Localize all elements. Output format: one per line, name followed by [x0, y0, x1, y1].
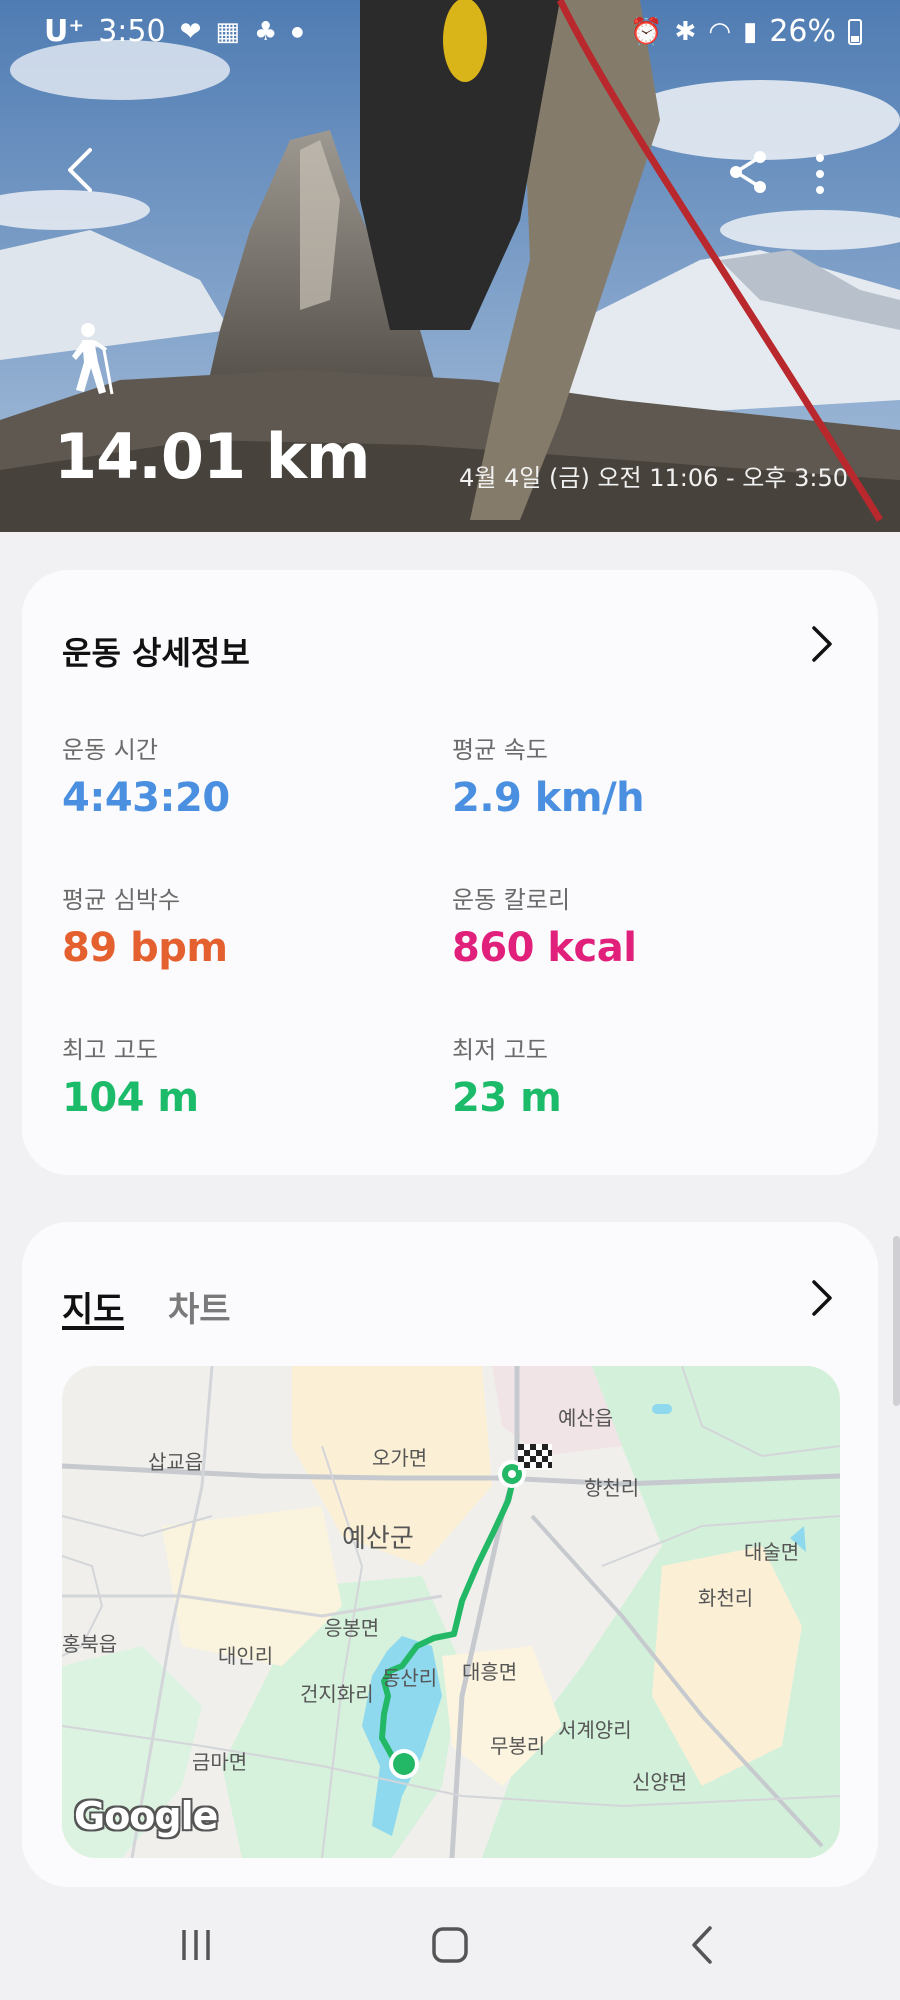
chevron-right-icon — [812, 626, 832, 662]
metric-avg-heart-rate: 평균 심박수 89 bpm — [62, 880, 228, 971]
metric-min-altitude: 최저 고도 23 m — [452, 1030, 562, 1121]
active-tab-indicator — [62, 1326, 124, 1330]
workout-details-card: 운동 상세정보 운동 시간 4:43:20 평균 속도 2.9 km/h 평균 … — [22, 570, 878, 1175]
metric-value: 23 m — [452, 1075, 562, 1121]
metric-value: 4:43:20 — [62, 775, 230, 821]
recent-apps-icon — [182, 1930, 210, 1960]
chevron-right-icon — [812, 1280, 832, 1316]
scrollbar[interactable] — [893, 1236, 900, 1406]
carrier-label: U⁺ — [44, 14, 85, 49]
map-label: 홍북읍 — [62, 1632, 118, 1656]
map-label: 삽교읍 — [148, 1450, 204, 1474]
metric-label: 최고 고도 — [62, 1036, 158, 1064]
battery-percent: 26% — [769, 14, 836, 49]
map-label: 건지화리 — [300, 1682, 374, 1706]
home-button[interactable] — [420, 1920, 480, 1970]
route-map[interactable]: 예산읍 삽교읍 오가면 향천리 예산군 대술면 화천리 홍북읍 응봉면 대인리 … — [62, 1366, 840, 1858]
map-label: 대술면 — [744, 1540, 800, 1564]
status-bar: U⁺ 3:50 ❤ ▦ ♣ ● ⏰ ✱ ◠ ▮ 26% — [0, 0, 900, 66]
map-label: 무봉리 — [490, 1734, 546, 1758]
share-icon — [730, 151, 766, 193]
chevron-left-icon — [68, 148, 92, 192]
metric-calories: 운동 칼로리 860 kcal — [452, 880, 637, 971]
tab-chart[interactable]: 차트 — [168, 1282, 231, 1331]
map-background — [62, 1366, 840, 1858]
metric-value: 860 kcal — [452, 925, 637, 971]
home-icon — [432, 1927, 468, 1963]
metric-label: 평균 심박수 — [62, 886, 181, 914]
metric-label: 운동 시간 — [62, 736, 158, 764]
map-label: 금마면 — [192, 1750, 248, 1774]
system-navigation-bar — [0, 1890, 900, 2000]
back-icon — [692, 1926, 712, 1964]
alarm-icon: ⏰ — [630, 16, 663, 47]
notification-icon: ♣ — [253, 16, 278, 47]
wifi-icon: ◠ — [708, 16, 731, 47]
metric-value: 2.9 km/h — [452, 775, 645, 821]
map-label: 오가면 — [372, 1446, 428, 1470]
more-options-button[interactable] — [806, 150, 834, 198]
battery-icon — [848, 18, 862, 45]
more-vertical-icon — [816, 154, 824, 194]
map-label: 대인리 — [218, 1644, 274, 1668]
metric-max-altitude: 최고 고도 104 m — [62, 1030, 199, 1121]
map-label: 응봉면 — [324, 1616, 380, 1640]
metric-value: 104 m — [62, 1075, 199, 1121]
hiking-icon — [72, 323, 114, 395]
finish-flag-icon — [518, 1444, 552, 1470]
workout-date-range: 4월 4일 (금) 오전 11:06 - 오후 3:50 — [459, 464, 848, 492]
map-label: 화천리 — [698, 1586, 754, 1610]
back-button[interactable] — [56, 140, 104, 200]
calendar-icon: ▦ — [215, 16, 240, 47]
system-back-button[interactable] — [672, 1920, 732, 1970]
map-label: 신양면 — [632, 1770, 688, 1794]
share-button[interactable] — [726, 148, 770, 196]
google-logo[interactable]: Google — [74, 1794, 218, 1838]
map-label: 예산읍 — [558, 1406, 614, 1430]
details-more-button[interactable] — [806, 622, 836, 666]
bluetooth-icon: ✱ — [674, 16, 697, 47]
metric-duration: 운동 시간 4:43:20 — [62, 730, 230, 821]
metric-label: 평균 속도 — [452, 736, 548, 764]
more-notifications-icon: ● — [291, 23, 304, 40]
metric-avg-speed: 평균 속도 2.9 km/h — [452, 730, 645, 821]
map-label: 동산리 — [382, 1666, 438, 1690]
metric-label: 최저 고도 — [452, 1036, 548, 1064]
map-label: 향천리 — [584, 1476, 640, 1500]
recent-apps-button[interactable] — [166, 1920, 226, 1970]
hero-banner: U⁺ 3:50 ❤ ▦ ♣ ● ⏰ ✱ ◠ ▮ 26% 14.01 km 4월 … — [0, 0, 900, 532]
signal-icon: ▮ — [743, 16, 758, 47]
health-icon: ❤ — [179, 16, 202, 47]
map-more-button[interactable] — [806, 1276, 836, 1320]
time-label: 3:50 — [98, 14, 166, 49]
tab-map[interactable]: 지도 — [62, 1282, 125, 1331]
map-chart-card: 지도 차트 예산읍 삽교읍 오가면 향천리 예산군 대술면 화천리 홍북읍 응봉… — [22, 1222, 878, 1887]
map-label: 예산군 — [342, 1524, 414, 1554]
metric-value: 89 bpm — [62, 925, 228, 971]
total-distance: 14.01 km — [54, 420, 371, 493]
map-label: 서계양리 — [558, 1718, 632, 1742]
details-title: 운동 상세정보 — [62, 634, 250, 672]
metric-label: 운동 칼로리 — [452, 886, 571, 914]
map-label: 대흥면 — [462, 1660, 518, 1684]
